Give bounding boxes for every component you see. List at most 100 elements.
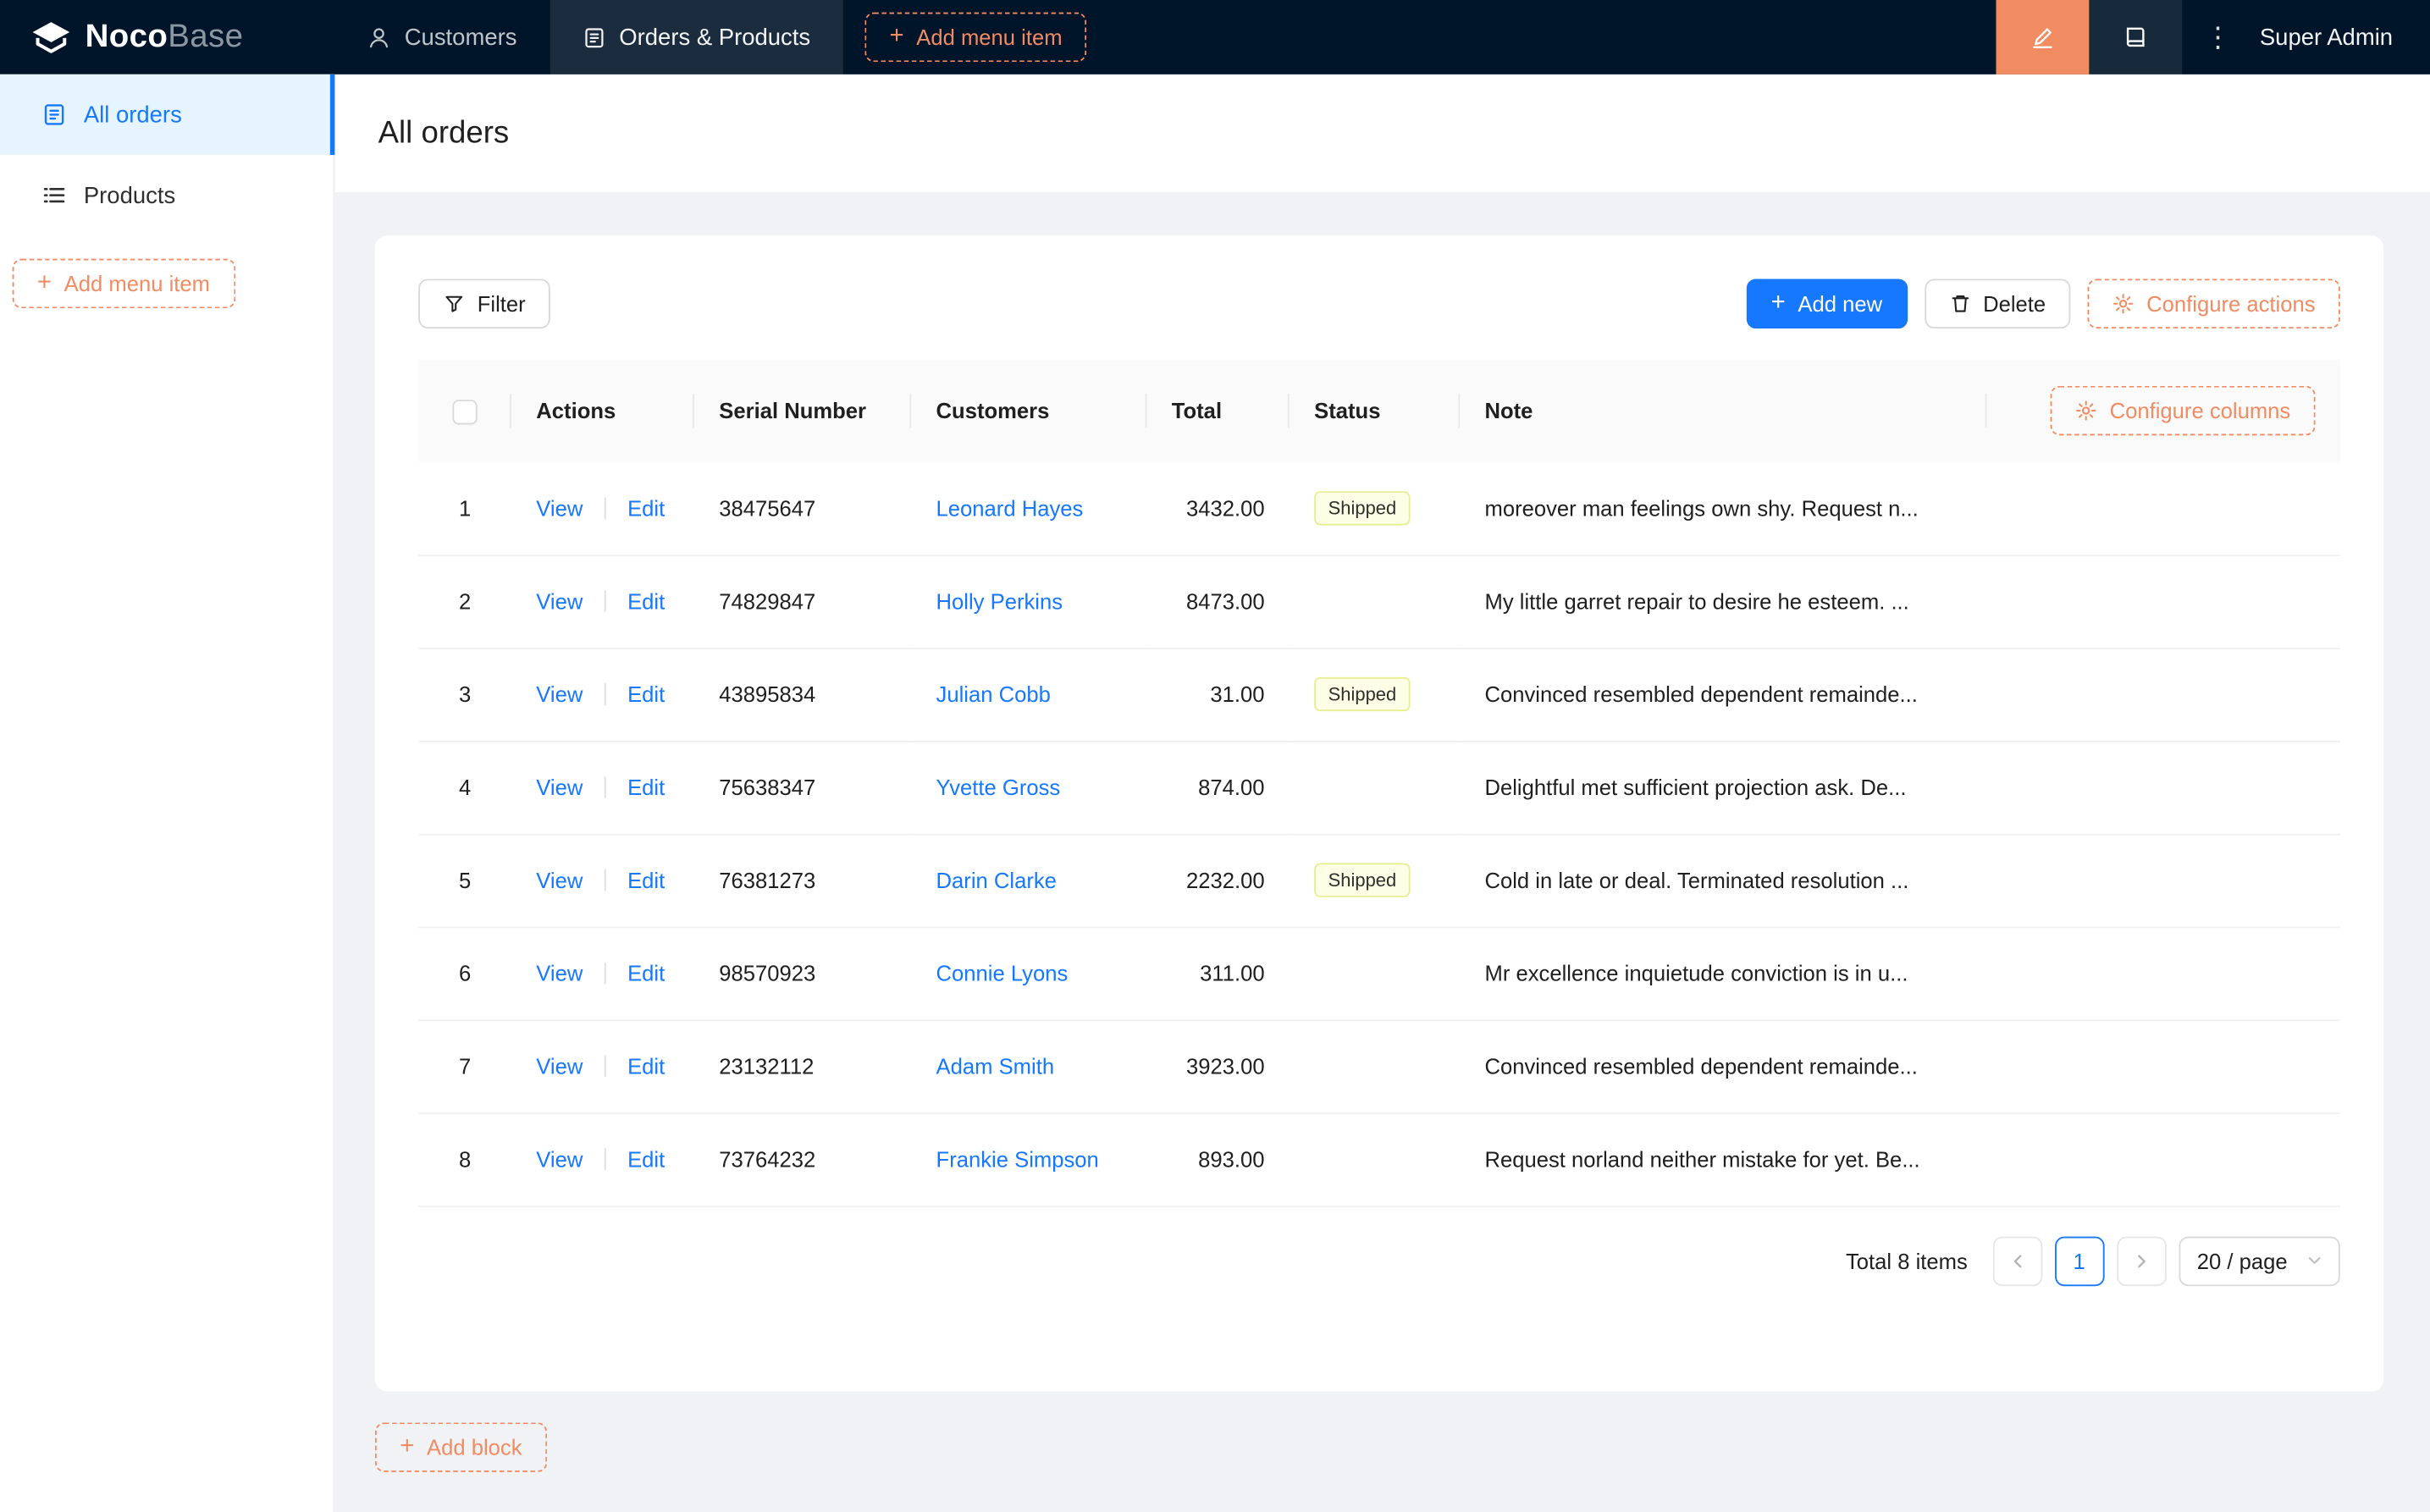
customer-link[interactable]: Adam Smith (936, 1054, 1055, 1079)
plus-icon: + (1771, 291, 1786, 316)
status-cell (1290, 1112, 1460, 1206)
logo[interactable]: NocoBase (0, 0, 334, 74)
row-actions-cell: View Edit (511, 461, 694, 555)
view-link[interactable]: View (536, 682, 583, 706)
header-add-menu-item-button[interactable]: + Add menu item (864, 13, 1087, 63)
empty-cell (1987, 648, 2340, 741)
status-cell (1290, 555, 1460, 648)
edit-link[interactable]: Edit (627, 1054, 665, 1079)
configure-columns-button[interactable]: Configure columns (2051, 386, 2316, 436)
view-link[interactable]: View (536, 1054, 583, 1079)
sidebar-item-label: Products (84, 182, 175, 208)
docs-button[interactable] (2090, 0, 2183, 74)
customer-link[interactable]: Frankie Simpson (936, 1146, 1099, 1171)
configure-columns-label: Configure columns (2110, 398, 2291, 422)
page-size-select[interactable]: 20 / page (2179, 1236, 2340, 1286)
empty-cell (1987, 461, 2340, 555)
ui-editor-button[interactable] (1996, 0, 2090, 74)
total-cell: 8473.00 (1146, 555, 1289, 648)
row-index: 4 (418, 741, 511, 834)
empty-cell (1987, 1112, 2340, 1206)
note-cell: moreover man feelings own shy. Request n… (1460, 461, 1986, 555)
status-tag: Shipped (1314, 491, 1411, 525)
customer-link[interactable]: Holly Perkins (936, 589, 1063, 614)
table-row: 7 View Edit 23132112 Adam Smith 3923.00 … (418, 1019, 2340, 1112)
edit-link[interactable]: Edit (627, 868, 665, 892)
empty-cell (1987, 741, 2340, 834)
nav-item-customers[interactable]: Customers (334, 0, 550, 74)
total-cell: 3432.00 (1146, 461, 1289, 555)
plus-icon: + (889, 25, 903, 49)
note-cell: Mr excellence inquietude conviction is i… (1460, 927, 1986, 1020)
logo-noco: Noco (86, 19, 168, 54)
sidebar-item-all-orders[interactable]: All orders (0, 74, 334, 155)
customer-link[interactable]: Julian Cobb (936, 682, 1051, 706)
table-block: Filter + Add new Delete (375, 235, 2383, 1391)
view-link[interactable]: View (536, 1146, 583, 1171)
customer-link[interactable]: Connie Lyons (936, 961, 1069, 985)
sidebar: All orders Products + Add menu item (0, 74, 334, 1512)
customer-cell: Darin Clarke (911, 834, 1146, 927)
note-cell: My little garret repair to desire he est… (1460, 555, 1986, 648)
pagination-page-1[interactable]: 1 (2054, 1236, 2104, 1286)
customer-link[interactable]: Yvette Gross (936, 775, 1061, 799)
configure-actions-button[interactable]: Configure actions (2088, 279, 2340, 328)
sidebar-item-products[interactable]: Products (0, 155, 334, 235)
view-link[interactable]: View (536, 961, 583, 985)
main-area: All orders Filter + Add new (334, 74, 2430, 1512)
logo-text: NocoBase (86, 19, 244, 56)
sidebar-add-menu-item-button[interactable]: + Add menu item (13, 259, 235, 309)
action-divider (605, 1148, 606, 1170)
page-size-value: 20 / page (2197, 1248, 2288, 1272)
configure-actions-label: Configure actions (2146, 291, 2315, 316)
edit-link[interactable]: Edit (627, 682, 665, 706)
empty-cell (1987, 927, 2340, 1020)
add-new-label: Add new (1798, 291, 1882, 316)
plus-icon: + (37, 271, 52, 295)
note-cell: Convinced resembled dependent remainde..… (1460, 648, 1986, 741)
row-index: 6 (418, 927, 511, 1020)
user-menu[interactable]: Super Admin (2260, 24, 2393, 50)
column-header-status: Status (1290, 360, 1460, 462)
pagination-next-button[interactable] (2117, 1236, 2167, 1286)
edit-link[interactable]: Edit (627, 961, 665, 985)
delete-button[interactable]: Delete (1925, 279, 2071, 328)
action-divider (605, 776, 606, 798)
row-index: 5 (418, 834, 511, 927)
row-index: 7 (418, 1019, 511, 1112)
view-link[interactable]: View (536, 495, 583, 520)
add-block-button[interactable]: + Add block (375, 1421, 547, 1471)
empty-cell (1987, 555, 2340, 648)
page-header: All orders (334, 74, 2430, 192)
chevron-left-icon (2008, 1251, 2026, 1270)
customer-link[interactable]: Darin Clarke (936, 868, 1057, 892)
pagination-prev-button[interactable] (1992, 1236, 2042, 1286)
view-link[interactable]: View (536, 589, 583, 614)
edit-link[interactable]: Edit (627, 775, 665, 799)
serial-number-cell: 43895834 (694, 648, 911, 741)
filter-button[interactable]: Filter (418, 279, 550, 328)
view-link[interactable]: View (536, 775, 583, 799)
add-new-button[interactable]: + Add new (1746, 279, 1907, 328)
edit-link[interactable]: Edit (627, 589, 665, 614)
edit-link[interactable]: Edit (627, 495, 665, 520)
add-block-label: Add block (427, 1434, 522, 1459)
status-cell (1290, 1019, 1460, 1112)
nocobase-logo-icon (31, 20, 72, 54)
action-divider (605, 683, 606, 705)
edit-link[interactable]: Edit (627, 1146, 665, 1171)
note-cell: Request norland neither mistake for yet.… (1460, 1112, 1986, 1206)
view-link[interactable]: View (536, 868, 583, 892)
serial-number-cell: 76381273 (694, 834, 911, 927)
nav-item-orders-products[interactable]: Orders & Products (550, 0, 843, 74)
customer-link[interactable]: Leonard Hayes (936, 495, 1084, 520)
column-header-actions: Actions (511, 360, 694, 462)
action-divider (605, 590, 606, 612)
status-cell: Shipped (1290, 461, 1460, 555)
serial-number-cell: 38475647 (694, 461, 911, 555)
pen-icon (2030, 25, 2055, 49)
more-menu-button[interactable]: ⋮ (2182, 0, 2253, 74)
select-all-checkbox[interactable] (452, 400, 477, 424)
row-actions-cell: View Edit (511, 834, 694, 927)
row-actions-cell: View Edit (511, 1019, 694, 1112)
